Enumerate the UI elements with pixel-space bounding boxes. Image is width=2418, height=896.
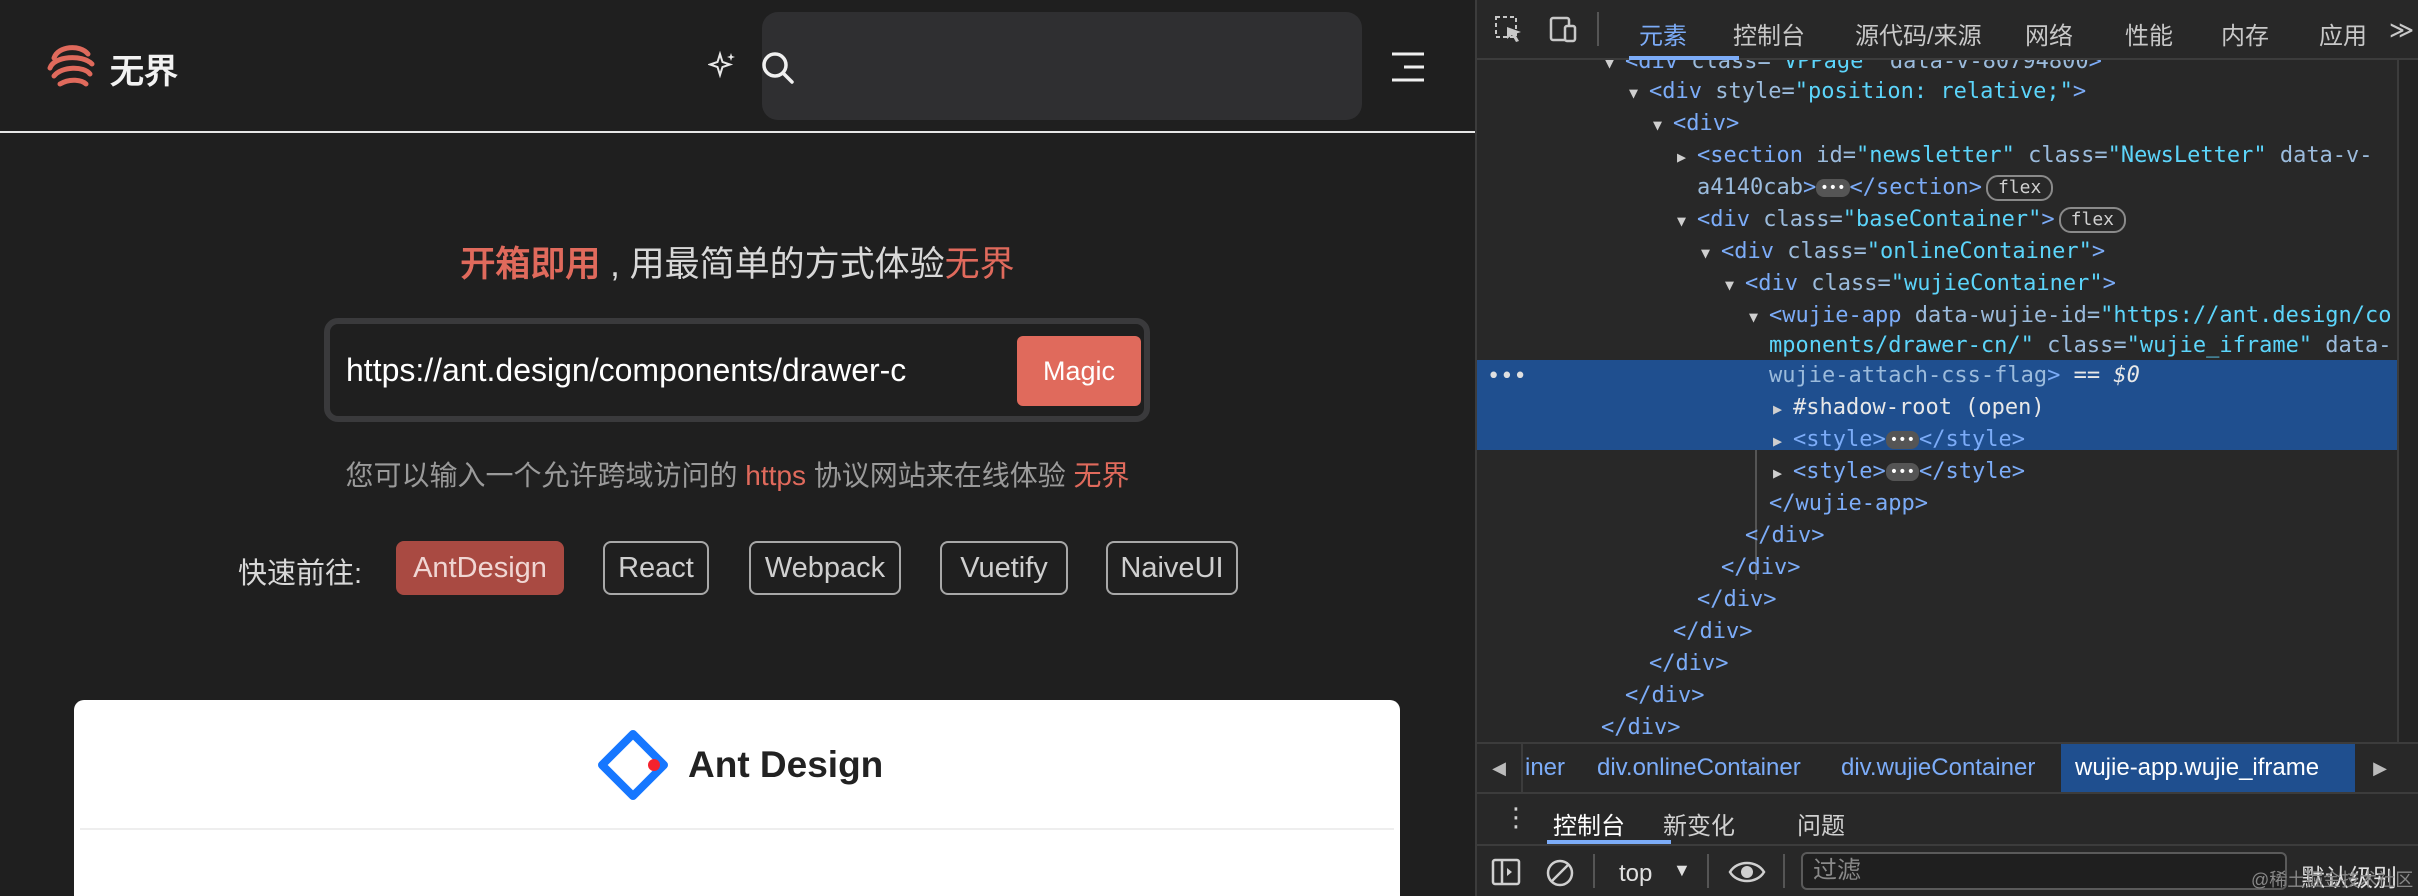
context-selector[interactable]: top <box>1619 860 1652 888</box>
dom-node-style[interactable]: ▶ <style> ••• </style> <box>1773 456 2025 488</box>
devtools-panel: 元素 控制台 源代码/来源 网络 性能 内存 应用 ≫ ••• ▼ <div cl… <box>1475 0 2418 896</box>
dom-node-close[interactable]: </div> <box>1745 520 1824 552</box>
drawer-tab-issues[interactable]: 问题 <box>1797 806 1845 841</box>
dom-node-close[interactable]: </div> <box>1601 712 1680 742</box>
breadcrumb-item[interactable]: div.onlineContainer <box>1597 754 1801 782</box>
top-nav-bar: 无界 <box>0 0 1475 133</box>
flex-badge: flex <box>2058 207 2126 233</box>
tab-console[interactable]: 控制台 <box>1733 16 1805 51</box>
inspect-element-icon[interactable] <box>1493 14 1525 44</box>
node-actions-icon[interactable]: ••• <box>1487 364 1527 389</box>
clear-console-icon[interactable] <box>1545 858 1575 888</box>
helper-brand: 无界 <box>1073 460 1130 491</box>
breadcrumb-scroll-right-icon[interactable]: ▶ <box>2357 744 2403 792</box>
search-icon[interactable] <box>760 50 796 86</box>
quick-link-vuetify[interactable]: Vuetify <box>940 541 1068 595</box>
tagline-brand: 无界 <box>944 245 1015 284</box>
dom-node-onlinecontainer[interactable]: ▼ <div class="onlineContainer"> <box>1701 236 2105 268</box>
dom-node-close[interactable]: </div> <box>1649 648 1728 680</box>
dom-node-relative-div[interactable]: ▼ <div style="position: relative;"> <box>1629 76 2086 108</box>
helper-text: 您可以输入一个允许跨域访问的 https 协议网站来在线体验 无界 <box>0 454 1475 494</box>
device-toolbar-icon[interactable] <box>1547 14 1579 44</box>
toolbar-divider <box>1597 12 1599 46</box>
breadcrumb-item[interactable]: iner <box>1525 754 1565 782</box>
styles-pane-edge[interactable] <box>2397 60 2418 742</box>
tab-sources[interactable]: 源代码/来源 <box>1855 16 1982 51</box>
dom-node-basecontainer[interactable]: ▼ <div class="baseContainer"> flex <box>1677 204 2126 236</box>
console-filter-input[interactable] <box>1801 852 2287 890</box>
brand-name[interactable]: 无界 <box>110 44 178 93</box>
dom-node-close[interactable]: </div> <box>1673 616 1752 648</box>
toolbar-divider <box>1593 854 1595 888</box>
quick-link-naiveui[interactable]: NaiveUI <box>1106 541 1238 595</box>
url-input-group: Magic <box>324 318 1150 422</box>
dom-node-close[interactable]: </div> <box>1721 552 1800 584</box>
breadcrumb-scroll-left-icon[interactable]: ◀ <box>1477 744 1523 792</box>
dom-node-close[interactable]: </div> <box>1697 584 1776 616</box>
console-drawer-tabs: ⋮ 控制台 新变化 问题 <box>1477 792 2418 844</box>
dom-node-wujie-app[interactable]: ▼ <wujie-app data-wujie-id="https://ant.d… <box>1749 300 2392 332</box>
search-box[interactable] <box>762 12 1362 120</box>
dom-node-shadow-root[interactable]: ▶ #shadow-root (open) <box>1773 392 2045 424</box>
drawer-tab-whats-new[interactable]: 新变化 <box>1663 806 1735 841</box>
helper-https: https <box>745 460 806 491</box>
dom-node-wujiecontainer[interactable]: ▼ <div class="wujieContainer"> <box>1725 268 2116 300</box>
toolbar-divider <box>1707 854 1709 888</box>
sparkle-icon[interactable] <box>708 50 738 80</box>
drawer-menu-icon[interactable]: ⋮ <box>1503 802 1529 833</box>
url-input[interactable] <box>346 338 906 402</box>
tab-elements[interactable]: 元素 <box>1639 16 1687 51</box>
flex-badge: flex <box>1985 175 2054 201</box>
tab-performance[interactable]: 性能 <box>2125 16 2173 51</box>
quick-link-react[interactable]: React <box>603 541 709 595</box>
menu-icon[interactable] <box>1390 50 1426 84</box>
card-title: Ant Design <box>688 744 884 785</box>
quick-link-webpack[interactable]: Webpack <box>749 541 901 595</box>
chevron-down-icon[interactable]: ▼ <box>1673 860 1691 881</box>
tab-memory[interactable]: 内存 <box>2221 16 2269 51</box>
dom-node-wujie-app-end[interactable]: wujie-attach-css-flag> == $0 <box>1769 360 2140 392</box>
drawer-tab-console[interactable]: 控制台 <box>1553 806 1625 841</box>
dom-node-newsletter-cont[interactable]: a4140cab> ••• </section> flex <box>1697 172 2054 204</box>
breadcrumb: ◀ iner div.onlineContainer div.wujieCont… <box>1477 742 2418 792</box>
tagline-highlight: 开箱即用 <box>460 245 601 284</box>
live-expression-eye-icon[interactable] <box>1727 858 1767 886</box>
magic-button[interactable]: Magic <box>1017 336 1141 406</box>
embedded-app-card: Ant Design <box>74 700 1400 896</box>
sidebar-toggle-icon[interactable] <box>1491 858 1521 886</box>
devtools-toolbar: 元素 控制台 源代码/来源 网络 性能 内存 应用 ≫ <box>1477 0 2418 60</box>
ant-design-logo-icon <box>598 730 668 800</box>
breadcrumb-item[interactable]: div.wujieContainer <box>1841 754 2035 782</box>
wujie-demo-page: 无界 开箱即用 , 用最简单的方式体验无界 Magic 您可以输入一个允许跨域访… <box>0 0 1475 896</box>
tagline-text: , 用最简单的方式体验 <box>600 245 945 284</box>
dom-node-close[interactable]: </wujie-app> <box>1769 488 1928 520</box>
dom-tree: ••• ▼ <div class="VPPage" data-v-80794800… <box>1477 60 2397 742</box>
dom-node-close[interactable]: </div> <box>1625 680 1704 712</box>
breadcrumb-item-active[interactable]: wujie-app.wujie_iframe <box>2075 754 2319 782</box>
helper-text-1: 您可以输入一个允许跨域访问的 <box>345 460 746 491</box>
quick-links-label: 快速前往: <box>238 558 363 590</box>
tab-application[interactable]: 应用 <box>2319 16 2367 51</box>
more-tabs-icon[interactable]: ≫ <box>2389 16 2414 45</box>
watermark: @稀土掘金技术社区 <box>2251 870 2414 890</box>
hero-tagline: 开箱即用 , 用最简单的方式体验无界 <box>0 236 1475 287</box>
helper-text-2: 协议网站来在线体验 <box>805 460 1074 491</box>
wujie-logo-icon[interactable] <box>44 38 98 92</box>
card-divider <box>80 828 1394 830</box>
dom-node-newsletter[interactable]: ▶ <section id="newsletter" class="NewsLet… <box>1677 140 2373 172</box>
tab-network[interactable]: 网络 <box>2025 16 2073 51</box>
toolbar-divider <box>1783 854 1785 888</box>
dom-node-wujie-app-cont[interactable]: mponents/drawer-cn/" class="wujie_iframe… <box>1769 330 2392 362</box>
quick-link-antdesign[interactable]: AntDesign <box>396 541 564 595</box>
dom-node-style[interactable]: ▶ <style> ••• </style> <box>1773 424 2025 456</box>
dom-node-div[interactable]: ▼ <div> <box>1653 108 1739 140</box>
